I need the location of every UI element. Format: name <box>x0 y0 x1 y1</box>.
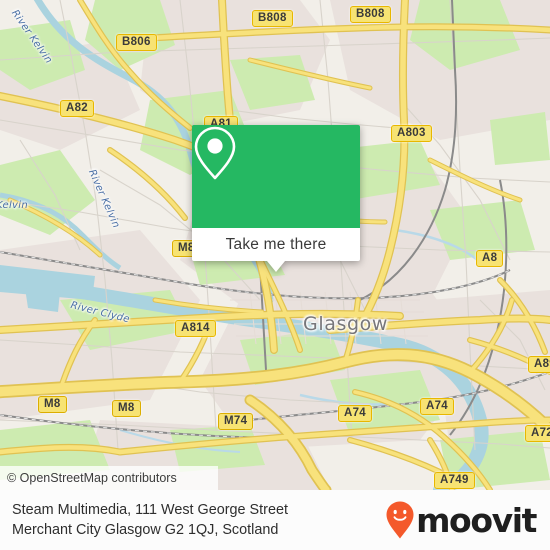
road-shield-a803: A803 <box>391 125 432 142</box>
attribution-text: © OpenStreetMap contributors <box>7 471 177 485</box>
location-popup-card[interactable]: Take me there <box>192 125 360 272</box>
road-shield-b808: B808 <box>252 10 293 27</box>
map-attribution[interactable]: © OpenStreetMap contributors <box>0 466 218 490</box>
road-shield-m74: M74 <box>218 413 254 430</box>
caption-line-1: Steam Multimedia, 111 West George Street <box>12 502 288 518</box>
map-pin-icon <box>194 126 236 180</box>
location-caption: Steam Multimedia, 111 West George Street… <box>12 500 288 540</box>
popup-action-bar[interactable]: Take me there <box>192 228 360 272</box>
map-canvas[interactable]: B808B808B806A82A81A803A8M8A89A814M8M8M74… <box>0 0 550 490</box>
take-me-there-label: Take me there <box>225 235 327 253</box>
road-shield-b806: B806 <box>116 34 157 51</box>
road-shield-a82: A82 <box>60 100 94 117</box>
road-shield-a749: A749 <box>434 472 475 489</box>
road-shield-a89: A89 <box>528 356 550 373</box>
moovit-pin-smiley-icon <box>386 501 414 539</box>
caption-line-2: Merchant City Glasgow G2 1QJ, Scotland <box>12 522 279 538</box>
road-shield-a814: A814 <box>175 320 216 337</box>
map-screenshot: B808B808B806A82A81A803A8M8A89A814M8M8M74… <box>0 0 550 550</box>
footer-bar: Steam Multimedia, 111 West George Street… <box>0 490 550 550</box>
road-shield-m8: M8 <box>112 400 141 417</box>
road-shield-b808: B808 <box>350 6 391 23</box>
road-shield-a74: A74 <box>420 398 454 415</box>
popup-pointer-tip <box>267 261 285 272</box>
road-shield-a728: A728 <box>525 425 550 442</box>
moovit-wordmark: moovit <box>416 500 537 540</box>
road-shield-m8: M8 <box>38 396 67 413</box>
road-shield-a74: A74 <box>338 405 372 422</box>
moovit-logo[interactable]: moovit <box>385 500 537 540</box>
road-shield-a8: A8 <box>476 250 504 267</box>
popup-icon-area <box>192 125 360 228</box>
